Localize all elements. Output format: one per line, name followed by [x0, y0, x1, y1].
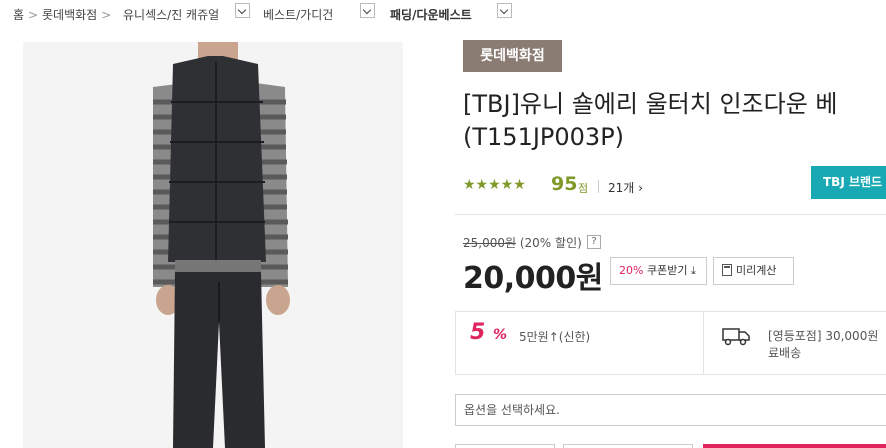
rating-score: 95: [551, 173, 578, 195]
brand-shop-button[interactable]: TBJ 브랜드: [811, 166, 886, 199]
shipping-info: [영등포점] 30,000원 료배송: [768, 328, 878, 362]
brand-badge[interactable]: 롯데백화점: [463, 40, 562, 72]
chevron-down-icon[interactable]: [235, 3, 250, 18]
cart-button[interactable]: [563, 444, 693, 448]
help-icon[interactable]: ?: [587, 235, 601, 249]
breadcrumb: 홈 > 롯데백화점 > 유니섹스/진 캐쥬얼 베스트/가디건 패딩/다운베스트: [0, 0, 886, 26]
product-image[interactable]: [23, 42, 403, 448]
option-select[interactable]: 옵션을 선택하세요.: [455, 394, 886, 426]
download-icon: ⤓: [690, 264, 696, 277]
product-title-line1: [TBJ]유니 숄에리 울터치 인조다운 베: [463, 90, 838, 118]
divider: [455, 214, 886, 215]
divider: [598, 180, 599, 193]
coupon-percent: 20%: [619, 264, 644, 277]
rating-stars: ★★★★★: [463, 177, 526, 193]
chevron-down-icon[interactable]: [360, 3, 375, 18]
shipping-line-1: [영등포점] 30,000원: [768, 329, 879, 343]
discount-rate: (20% 할인): [519, 236, 582, 250]
card-discount-percent: 5 %: [470, 320, 508, 345]
original-price-value: 25,000원: [463, 236, 517, 250]
coupon-download-button[interactable]: 20% 쿠폰받기 ⤓: [610, 257, 707, 285]
sale-price: 20,000원: [463, 261, 603, 296]
rating-score-unit: 점: [578, 182, 589, 195]
quantity-field[interactable]: [455, 444, 555, 448]
model-illustration: [23, 42, 403, 448]
product-title-line2: (T151JP003P): [463, 123, 625, 151]
calculator-icon: [722, 264, 732, 276]
review-count-link[interactable]: 21개 ›: [608, 179, 643, 196]
buy-now-button[interactable]: [703, 444, 886, 448]
original-price: 25,000원 (20% 할인): [463, 234, 582, 251]
card-discount-text: 5만원↑(신한): [519, 330, 591, 344]
breadcrumb-home[interactable]: 홈 >: [13, 6, 38, 23]
calc-label: 미리계산: [736, 264, 777, 277]
breadcrumb-item-3[interactable]: 베스트/가디건: [263, 6, 333, 23]
chevron-right-icon: ›: [638, 181, 643, 195]
breadcrumb-item-1[interactable]: 롯데백화점 >: [42, 6, 111, 23]
price-calculator-button[interactable]: 미리계산: [713, 257, 794, 285]
coupon-label: 쿠폰받기: [646, 264, 688, 277]
breadcrumb-item-4[interactable]: 패딩/다운베스트: [390, 6, 472, 23]
shipping-line-2: 료배송: [768, 346, 802, 360]
truck-icon: [722, 328, 750, 346]
breadcrumb-item-2[interactable]: 유니섹스/진 캐쥬얼: [123, 6, 219, 23]
product-title: [TBJ]유니 숄에리 울터치 인조다운 베 (T151JP003P): [463, 88, 886, 154]
chevron-down-icon[interactable]: [497, 3, 512, 18]
